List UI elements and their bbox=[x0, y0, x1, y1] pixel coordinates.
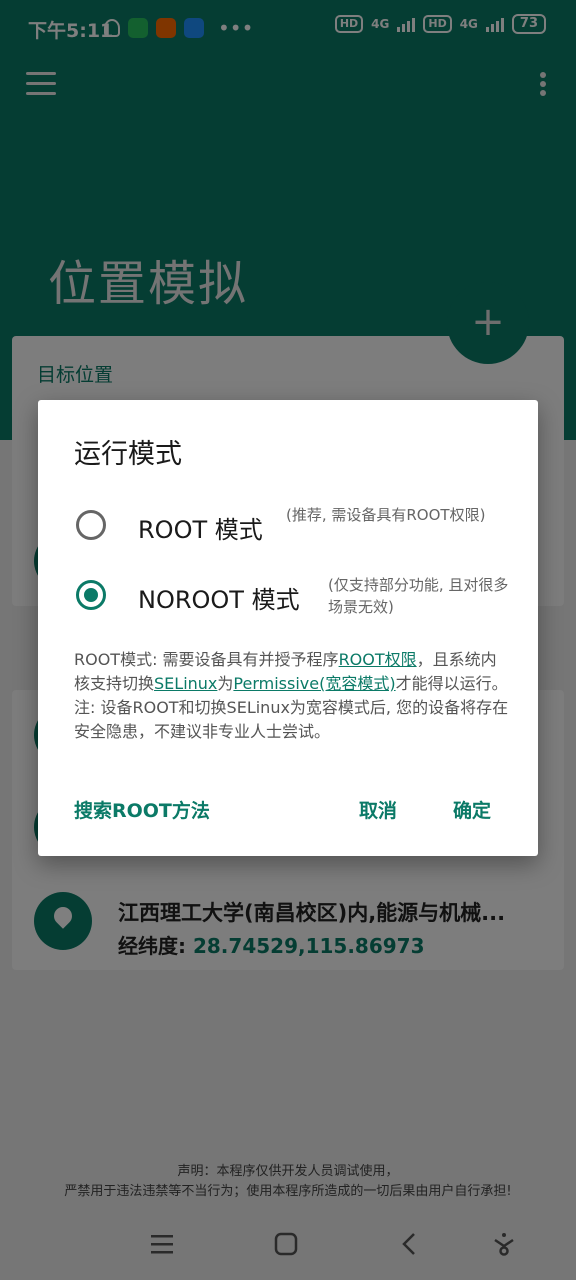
cancel-button[interactable]: 取消 bbox=[359, 796, 397, 823]
dialog-title: 运行模式 bbox=[74, 439, 182, 470]
confirm-button[interactable]: 确定 bbox=[453, 796, 491, 823]
desc-text-3: 为 bbox=[217, 674, 234, 693]
option-hint: (仅支持部分功能, 且对很多场景无效) bbox=[328, 576, 509, 616]
radio-unchecked-icon[interactable] bbox=[76, 510, 106, 540]
selinux-link[interactable]: SELinux bbox=[154, 674, 217, 693]
option-label: NOROOT 模式 bbox=[138, 586, 300, 614]
run-mode-dialog: 运行模式 ROOT 模式 (推荐, 需设备具有ROOT权限) NOROOT 模式… bbox=[38, 400, 538, 856]
option-noroot-mode[interactable]: NOROOT 模式 (仅支持部分功能, 且对很多场景无效) bbox=[74, 570, 514, 630]
option-label: ROOT 模式 bbox=[138, 516, 263, 544]
desc-text-1: ROOT模式: 需要设备具有并授予程序 bbox=[74, 650, 339, 669]
radio-checked-icon[interactable] bbox=[76, 580, 106, 610]
option-hint: (推荐, 需设备具有ROOT权限) bbox=[286, 506, 486, 524]
permissive-link[interactable]: Permissive(宽容模式) bbox=[233, 674, 395, 693]
dialog-description: ROOT模式: 需要设备具有并授予程序ROOT权限，且系统内核支持切换SELin… bbox=[74, 648, 510, 744]
search-root-method-button[interactable]: 搜索ROOT方法 bbox=[74, 796, 210, 823]
option-root-mode[interactable]: ROOT 模式 (推荐, 需设备具有ROOT权限) bbox=[74, 500, 514, 560]
root-permission-link[interactable]: ROOT权限 bbox=[339, 650, 417, 669]
